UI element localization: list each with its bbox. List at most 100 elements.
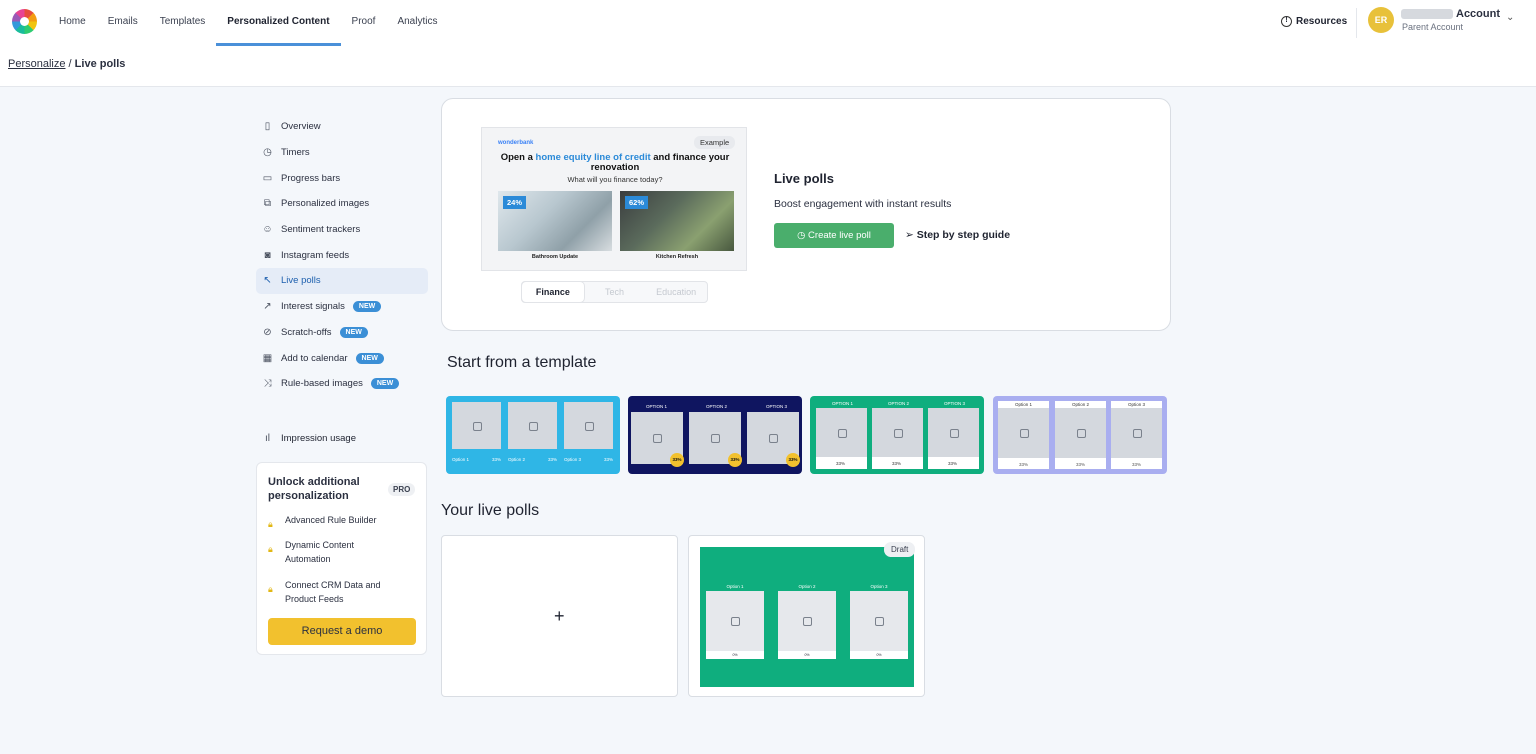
image-icon <box>875 617 884 626</box>
sidebar-item-progress-bars[interactable]: ▭ Progress bars <box>256 165 428 191</box>
sidebar-item-scratch-offs[interactable]: ⊘ Scratch-offs NEW <box>256 320 428 346</box>
sidebar-item-label: Impression usage <box>281 432 356 444</box>
template-option-pct: 33% <box>492 457 502 462</box>
preview-subtitle: What will you finance today? <box>567 175 663 184</box>
scratch-icon: ⊘ <box>263 326 272 338</box>
template-pct-badge: 33% <box>670 453 684 467</box>
tab-tech[interactable]: Tech <box>584 282 646 302</box>
info-icon: ! <box>1281 16 1292 27</box>
nav-analytics[interactable]: Analytics <box>386 0 448 46</box>
sidebar-item-add-to-calendar[interactable]: ▦ Add to calendar NEW <box>256 345 428 371</box>
draft-poll-card[interactable]: Option 1 Option 2 Option 3 0% 0% 0% Draf… <box>688 535 925 697</box>
image-icon <box>949 428 959 438</box>
preview-pct: 24% <box>503 196 527 209</box>
resources-link[interactable]: ! Resources <box>1281 16 1347 27</box>
sidebar-item-interest-signals[interactable]: ↗ Interest signals NEW <box>256 294 428 320</box>
avatar[interactable]: ER <box>1368 7 1394 33</box>
sidebar-item-label: Scratch-offs <box>281 326 332 338</box>
draft-image-placeholder <box>706 591 764 651</box>
new-badge: NEW <box>352 301 382 313</box>
template-card-blue[interactable]: Option 1 33% Option 2 33% Option 3 33% <box>446 396 620 474</box>
template-image-placeholder <box>1111 408 1162 458</box>
new-badge: NEW <box>370 378 400 390</box>
breadcrumb-personalize-link[interactable]: Personalize <box>8 58 65 70</box>
template-option-label: OPTION 1 <box>646 404 668 409</box>
step-by-step-guide-link[interactable]: ➢ Step by step guide <box>905 229 1010 241</box>
example-badge: Example <box>694 136 736 149</box>
sidebar-item-label: Add to calendar <box>281 352 348 364</box>
guide-label: Step by step guide <box>916 229 1011 241</box>
pro-upsell-card: Unlock additional personalization PRO 🔒︎… <box>256 462 427 655</box>
kitchen-image: 62% <box>620 191 734 251</box>
templates-heading: Start from a template <box>447 354 597 371</box>
template-option-label: OPTION 1 <box>832 401 854 406</box>
create-live-poll-button[interactable]: ◷ Create live poll <box>774 223 894 248</box>
image-icon <box>653 434 662 443</box>
create-button-label: Create live poll <box>808 230 871 241</box>
images-icon: ⧉ <box>263 198 272 210</box>
image-icon <box>1019 429 1029 438</box>
nav-proof[interactable]: Proof <box>341 0 387 46</box>
template-option-label: Option 1 <box>452 457 470 462</box>
template-image-placeholder <box>452 402 501 449</box>
lock-icon: 🔒︎ <box>268 519 273 529</box>
sidebar-item-label: Timers <box>281 147 310 159</box>
account-name[interactable]: Account <box>1456 8 1500 20</box>
image-icon <box>731 617 740 626</box>
nav-templates[interactable]: Templates <box>149 0 217 46</box>
sidebar-item-timers[interactable]: ◷ Timers <box>256 140 428 166</box>
draft-option-pct: 0% <box>850 651 908 659</box>
template-option-pct: 33% <box>1132 462 1142 467</box>
draft-option-label: Option 2 <box>798 584 816 589</box>
template-card-lavender[interactable]: Option 1 Option 2 Option 3 33% 33% 33% <box>993 396 1167 474</box>
preview-pct: 62% <box>625 196 649 209</box>
draft-image-placeholder <box>778 591 836 651</box>
sidebar-item-label: Live polls <box>281 275 321 287</box>
main-nav: Home Emails Templates Personalized Conte… <box>48 0 448 46</box>
pro-card-title: Unlock additional personalization <box>268 476 360 502</box>
new-badge: NEW <box>355 352 384 364</box>
tab-finance[interactable]: Finance <box>522 282 584 302</box>
chevron-down-icon[interactable]: ⌄ <box>1506 12 1514 23</box>
trend-icon: ↗ <box>263 301 272 313</box>
image-icon <box>837 428 847 438</box>
breadcrumb: Personalize / Live polls <box>8 58 125 70</box>
nav-emails[interactable]: Emails <box>97 0 149 46</box>
document-icon: ▯ <box>264 121 271 133</box>
template-pct-badge: 33% <box>786 453 800 467</box>
plus-icon: + <box>554 606 565 626</box>
sidebar-item-live-polls[interactable]: ↖ Live polls <box>256 268 428 294</box>
cursor-icon: ↖ <box>263 275 272 287</box>
tab-education[interactable]: Education <box>645 282 707 302</box>
template-pct-badge: 33% <box>728 453 742 467</box>
template-image-placeholder <box>816 408 867 457</box>
sidebar-item-sentiment-trackers[interactable]: ☺ Sentiment trackers <box>256 217 428 243</box>
image-icon <box>584 421 594 431</box>
nav-personalized-content[interactable]: Personalized Content <box>216 0 341 46</box>
image-icon <box>711 434 720 443</box>
template-image-placeholder <box>508 402 557 449</box>
template-image-placeholder <box>1055 408 1106 458</box>
pro-feature-label: Dynamic Content Automation <box>285 540 355 564</box>
template-card-navy[interactable]: OPTION 1 OPTION 2 OPTION 3 33% 33% 33% <box>628 396 802 474</box>
lock-icon: 🔒︎ <box>268 584 273 594</box>
add-poll-card[interactable]: + <box>441 535 678 697</box>
lock-icon: 🔒︎ <box>268 544 273 554</box>
preview-option-label: Bathroom Update <box>531 254 579 260</box>
sidebar-item-impression-usage[interactable]: ıl Impression usage <box>256 425 428 451</box>
image-icon <box>803 617 812 626</box>
sidebar-item-rule-based-images[interactable]: ⤨ Rule-based images NEW <box>256 371 428 397</box>
template-option-pct: 33% <box>892 461 902 466</box>
sidebar: ▯ Overview ◷ Timers ▭ Progress bars ⧉ Person… <box>256 114 428 397</box>
request-demo-button[interactable]: Request a demo <box>268 618 416 645</box>
brand-logo-icon[interactable] <box>12 9 37 34</box>
template-image-placeholder <box>998 408 1049 458</box>
sidebar-item-personalized-images[interactable]: ⧉ Personalized images <box>256 191 428 217</box>
sidebar-item-overview[interactable]: ▯ Overview <box>256 114 428 140</box>
breadcrumb-bar: Personalize / Live polls <box>0 46 1536 87</box>
template-card-green[interactable]: OPTION 1 OPTION 2 OPTION 3 33% 33% 33% <box>810 396 984 474</box>
template-option-label: OPTION 2 <box>888 401 910 406</box>
sidebar-item-instagram-feeds[interactable]: ◙ Instagram feeds <box>256 242 428 268</box>
template-option-label: OPTION 3 <box>766 404 788 409</box>
nav-home[interactable]: Home <box>48 0 97 46</box>
